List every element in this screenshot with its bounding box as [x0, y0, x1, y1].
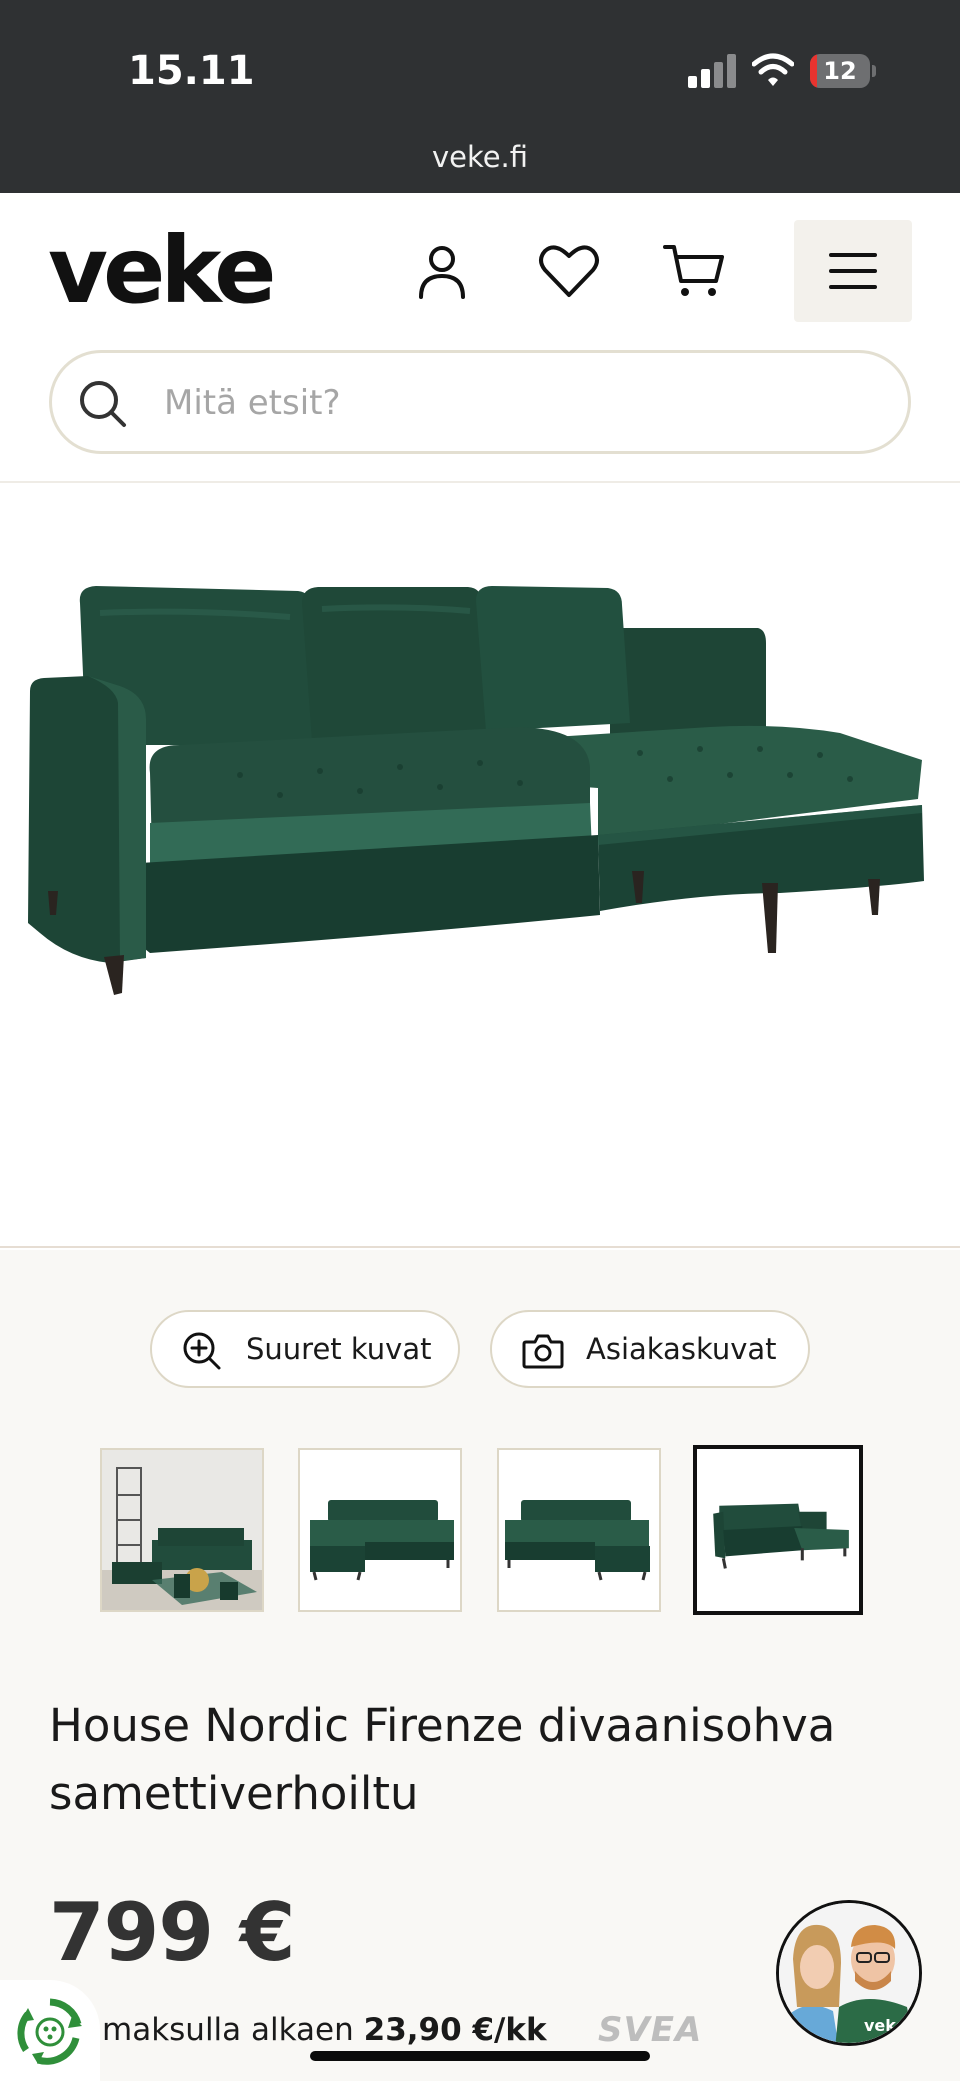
- zoom-images-button[interactable]: Suuret kuvat: [150, 1310, 460, 1388]
- camera-icon: [522, 1334, 564, 1369]
- cart-icon[interactable]: [662, 239, 726, 303]
- financing-prefix: maksulla alkaen: [102, 2012, 354, 2048]
- signal-icon: [688, 54, 736, 88]
- product-info-section: Suuret kuvat Asiakaskuvat House Nordic F…: [0, 1250, 960, 2081]
- sofa-front-right-photo: [499, 1450, 659, 1610]
- battery-level: 12: [823, 57, 857, 85]
- search-icon: [80, 381, 126, 427]
- customer-photos-label: Asiakaskuvat: [586, 1332, 777, 1366]
- zoom-images-label: Suuret kuvat: [246, 1332, 432, 1366]
- gallery-thumbnail[interactable]: [497, 1448, 661, 1612]
- hamburger-icon: [829, 253, 877, 289]
- product-main-image[interactable]: [0, 483, 960, 1248]
- svg-text:veke: veke: [864, 2016, 906, 2035]
- search-input[interactable]: [164, 373, 864, 433]
- gallery-thumbnail[interactable]: [100, 1448, 264, 1612]
- status-time: 15.11: [128, 48, 255, 94]
- sofa-image: [28, 586, 924, 995]
- recycling-badge[interactable]: [0, 1980, 100, 2081]
- site-header: veke: [0, 193, 960, 483]
- gallery-thumbnail[interactable]: [298, 1448, 462, 1612]
- veke-logo[interactable]: veke: [48, 225, 276, 317]
- account-icon[interactable]: [410, 239, 474, 303]
- financing-info: maksulla alkaen 23,90 €/kk: [102, 2012, 547, 2048]
- svea-logo[interactable]: SVEA: [598, 2010, 702, 2050]
- menu-button[interactable]: [794, 220, 912, 322]
- gallery-thumbnail-active[interactable]: [693, 1445, 863, 1615]
- product-price: 799 €: [49, 1886, 296, 1979]
- chat-support-avatar[interactable]: veke: [776, 1900, 922, 2046]
- sofa-front-photo: [300, 1450, 460, 1610]
- home-indicator: [310, 2051, 650, 2061]
- battery-indicator: 12: [810, 54, 876, 88]
- favorites-heart-icon[interactable]: [537, 239, 601, 303]
- wifi-icon: [752, 53, 794, 86]
- product-title: House Nordic Firenze divaanisohva samett…: [49, 1699, 836, 1820]
- recycle-icon: [17, 1998, 82, 2065]
- search-bar[interactable]: [49, 350, 911, 454]
- zoom-in-icon: [183, 1332, 221, 1370]
- customer-service-photo: veke: [779, 1903, 919, 2043]
- status-bar: 15.11 12 veke.fi: [0, 0, 960, 193]
- living-room-photo: [102, 1450, 262, 1610]
- customer-photos-button[interactable]: Asiakaskuvat: [490, 1310, 810, 1388]
- sofa-angle-photo: [697, 1449, 859, 1611]
- financing-amount: 23,90 €/kk: [363, 2012, 547, 2048]
- address-bar-url[interactable]: veke.fi: [0, 140, 960, 174]
